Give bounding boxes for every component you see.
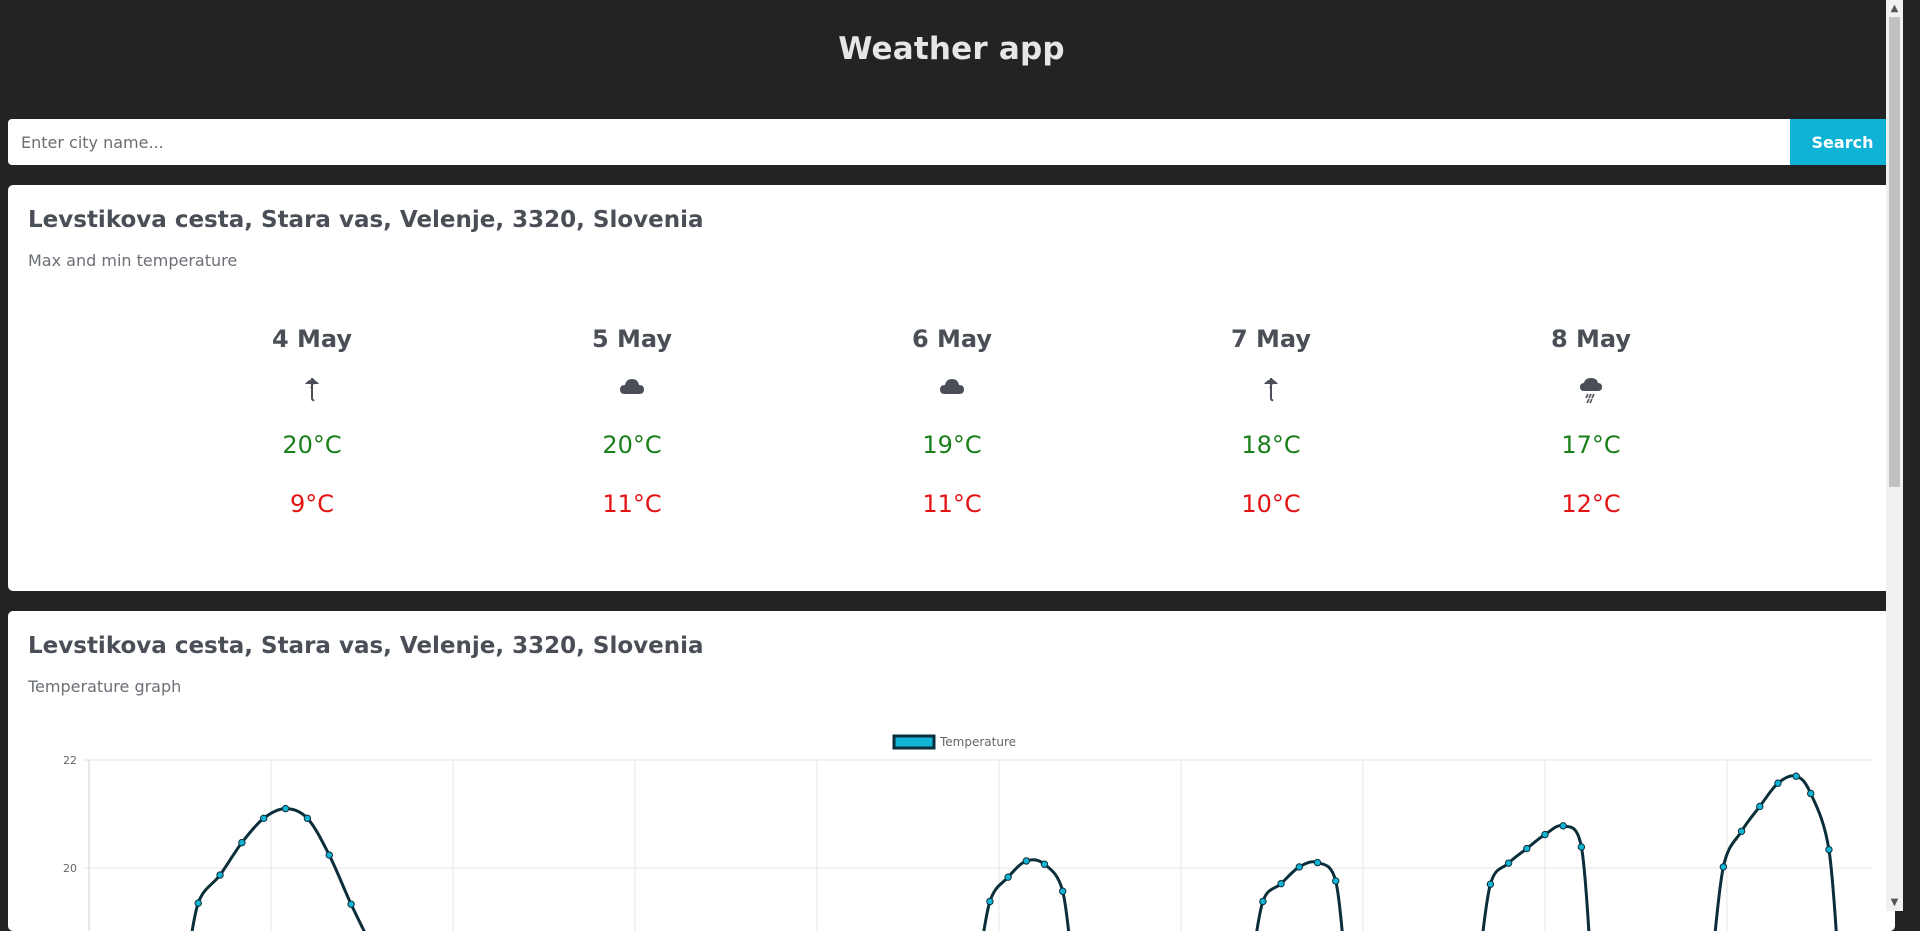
temperature-data-point[interactable] [1259,897,1267,906]
temperature-data-point[interactable] [216,871,224,879]
legend-swatch [892,734,936,750]
scroll-down-arrow-icon[interactable]: ▼ [1886,894,1903,911]
temperature-data-point[interactable] [303,814,312,823]
min-temperature: 10°C [1241,490,1301,518]
temperature-data-point[interactable] [1737,827,1746,835]
temperature-data-point[interactable] [347,900,355,908]
day-card: 8 May 17°C 12°C [1491,325,1691,518]
temperature-line [1481,824,1591,931]
forecast-card: Levstikova cesta, Stara vas, Velenje, 33… [8,185,1895,591]
cloud-icon [852,376,1052,404]
temperature-line [190,807,366,931]
temperature-data-point[interactable] [1774,779,1782,787]
graph-card: Levstikova cesta, Stara vas, Velenje, 33… [8,611,1895,931]
y-tick-label: 22 [63,754,77,767]
temperature-data-point[interactable] [1486,880,1495,888]
temperature-data-point[interactable] [1277,879,1285,888]
day-label: 7 May [1230,325,1312,353]
day-label: 5 May [591,325,673,353]
temperature-data-point[interactable] [1295,863,1304,871]
temperature-data-point[interactable] [986,897,994,906]
legend-label: Temperature [939,735,1016,749]
chart-legend[interactable]: Temperature [892,734,1016,750]
temperature-data-point[interactable] [1807,789,1815,798]
max-temperature: 20°C [602,431,662,459]
temperature-line [982,858,1071,931]
scrollbar-thumb[interactable] [1889,17,1900,487]
min-temperature: 11°C [922,490,982,518]
day-label: 6 May [911,325,993,353]
temperature-data-point[interactable] [194,899,202,907]
page-scrollbar[interactable]: ▲ ▼ [1886,0,1903,911]
temperature-data-point[interactable] [1004,873,1012,881]
day-card: 6 May 19°C 11°C [852,325,1052,518]
min-temperature: 11°C [602,490,662,518]
search-bar: Search [8,119,1895,165]
temperature-data-point[interactable] [1313,858,1322,867]
temperature-data-point[interactable] [1577,843,1586,851]
temperature-line [1713,774,1838,931]
cloud-showers-icon [1491,376,1691,404]
temperature-data-point[interactable] [1332,877,1340,885]
min-temperature: 12°C [1561,490,1621,518]
temperature-data-point[interactable] [1040,860,1049,868]
temperature-line [1255,860,1344,931]
cloud-icon [532,376,732,404]
temperature-series [190,772,1838,931]
app-title: Weather app [838,31,1065,67]
day-card: 5 May 20°C 11°C [532,325,732,518]
temperature-data-point[interactable] [1719,863,1728,871]
temperature-data-point[interactable] [281,804,290,813]
temperature-data-point[interactable] [1756,802,1764,811]
temperature-data-point[interactable] [1523,844,1531,853]
temperature-chart: Temperature 22 20 [63,734,1872,931]
max-temperature: 20°C [282,431,342,459]
city-search-input[interactable] [8,119,1790,165]
temperature-data-point[interactable] [260,814,268,823]
y-tick-label: 20 [63,862,77,875]
scroll-up-arrow-icon[interactable]: ▲ [1886,0,1903,17]
temperature-data-point[interactable] [1559,822,1567,830]
forecast-subtitle: Max and min temperature [28,251,238,270]
page: Weather app Search Levstikova cesta, Sta… [0,0,1903,931]
max-temperature: 17°C [1561,431,1621,459]
temperature-data-point[interactable] [1504,859,1513,867]
temperature-data-point[interactable] [238,838,246,847]
max-temperature: 18°C [1241,431,1301,459]
y-axis-ticks: 22 20 [63,754,77,875]
day-card: 7 May 18°C 10°C [1171,325,1371,518]
umbrella-icon [212,376,412,404]
temperature-data-point[interactable] [1022,857,1030,865]
search-button[interactable]: Search [1790,119,1895,165]
day-card: 4 May 20°C 9°C [212,325,412,518]
max-temperature: 19°C [922,431,982,459]
temperature-data-point[interactable] [1541,830,1549,839]
temperature-data-point[interactable] [325,851,333,859]
day-label: 4 May [271,325,353,353]
min-temperature: 9°C [289,490,335,518]
temperature-data-point[interactable] [1825,845,1833,854]
day-label: 8 May [1550,325,1632,353]
forecast-location-title: Levstikova cesta, Stara vas, Velenje, 33… [28,207,704,233]
temperature-data-point[interactable] [1059,887,1067,895]
temperature-data-point[interactable] [1792,772,1800,780]
umbrella-icon [1171,376,1371,404]
